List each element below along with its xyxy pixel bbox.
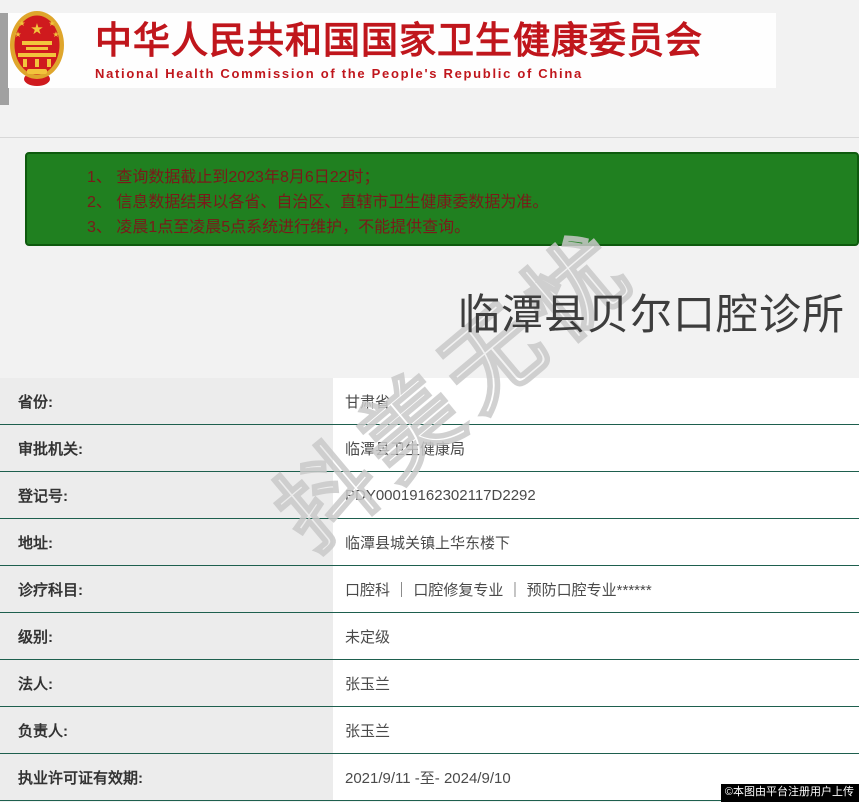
field-label: 负责人: [0, 707, 333, 753]
field-label: 审批机关: [0, 425, 333, 471]
svg-text:★: ★ [30, 21, 43, 38]
field-value: 口腔科 ｜ 口腔修复专业 ｜ 预防口腔专业****** [333, 566, 859, 612]
header-titles: 中华人民共和国国家卫生健康委员会 National Health Commiss… [95, 19, 703, 81]
field-value: 张玉兰 [333, 660, 859, 706]
header-divider [0, 137, 859, 138]
field-value: PDY00019162302117D2292 [333, 472, 859, 518]
site-title-chinese: 中华人民共和国国家卫生健康委员会 [95, 19, 703, 61]
field-value: 甘肃省 [333, 378, 859, 424]
table-row: 地址: 临潭县城关镇上华东楼下 [0, 519, 859, 566]
table-row: 级别: 未定级 [0, 613, 859, 660]
institution-detail-table: 省份: 甘肃省 审批机关: 临潭县卫生健康局 登记号: PDY000191623… [0, 378, 859, 801]
field-label: 级别: [0, 613, 333, 659]
site-title-english: National Health Commission of the People… [95, 65, 583, 81]
field-label: 地址: [0, 519, 333, 565]
table-row: 诊疗科目: 口腔科 ｜ 口腔修复专业 ｜ 预防口腔专业****** [0, 566, 859, 613]
institution-name-title: 临潭县贝尔口腔诊所 [457, 291, 845, 338]
svg-text:★: ★ [52, 30, 59, 39]
field-value: 临潭县城关镇上华东楼下 [333, 519, 859, 565]
field-value: 未定级 [333, 613, 859, 659]
field-label: 法人: [0, 660, 333, 706]
svg-text:★: ★ [14, 30, 21, 39]
svg-text:★: ★ [48, 19, 55, 28]
notice-line: 3、 凌晨1点至凌晨5点系统进行维护，不能提供查询。 [87, 219, 471, 236]
upload-credit-badge: ©本图由平台注册用户上传 [720, 784, 859, 802]
notice-line: 2、 信息数据结果以各省、自治区、直辖市卫生健康委数据为准。 [87, 194, 549, 211]
table-row: 负责人: 张玉兰 [0, 707, 859, 754]
field-label: 登记号: [0, 472, 333, 518]
site-header: ★ ★ ★ ★ ★ 中华人民共和国国家卫生健康委员会 National Heal… [8, 11, 776, 88]
notice-box: 1、 查询数据截止到2023年8月6日22时； 2、 信息数据结果以各省、自治区… [25, 152, 859, 246]
china-national-emblem-icon: ★ ★ ★ ★ ★ [9, 9, 65, 92]
table-row: 审批机关: 临潭县卫生健康局 [0, 425, 859, 472]
notice-line: 1、 查询数据截止到2023年8月6日22时； [87, 169, 380, 186]
table-row: 省份: 甘肃省 [0, 378, 859, 425]
field-label: 省份: [0, 378, 333, 424]
field-value: 张玉兰 [333, 707, 859, 753]
field-label: 执业许可证有效期: [0, 754, 333, 800]
svg-text:★: ★ [18, 19, 25, 28]
table-row: 登记号: PDY00019162302117D2292 [0, 472, 859, 519]
table-row: 法人: 张玉兰 [0, 660, 859, 707]
field-value: 临潭县卫生健康局 [333, 425, 859, 471]
field-label: 诊疗科目: [0, 566, 333, 612]
